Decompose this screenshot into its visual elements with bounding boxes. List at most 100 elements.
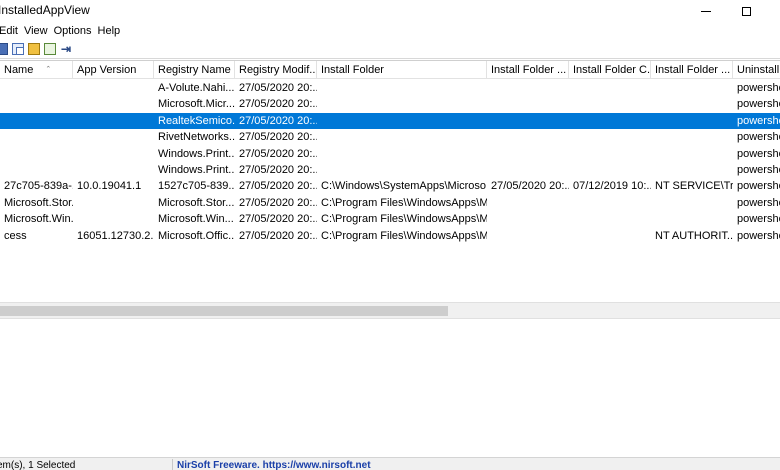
sort-arrow-icon: ⌃ (45, 66, 52, 73)
column-header[interactable]: Registry Modif... (235, 61, 317, 79)
menu-view[interactable]: View (24, 22, 54, 40)
table-cell (569, 80, 651, 96)
table-cell: powershe (737, 180, 780, 193)
table-cell (487, 195, 569, 211)
table-cell (317, 96, 487, 112)
table-cell: powershe (737, 98, 780, 111)
table-cell (651, 80, 733, 96)
nirsoft-link[interactable]: NirSoft Freeware. https://www.nirsoft.ne… (177, 460, 371, 470)
table-cell: powershe (737, 114, 780, 127)
menu-edit[interactable]: Edit (0, 22, 24, 40)
table-cell (651, 162, 733, 178)
table-cell: Microsoft.Stor... (4, 196, 73, 209)
table-row[interactable]: Microsoft.Win... Microsoft.Win... 27/05/20… (0, 211, 780, 227)
table-cell (0, 162, 73, 178)
table-cell: powershe (737, 147, 780, 160)
column-header[interactable]: Install Folder ... (487, 61, 569, 79)
column-header-label: Install Folder ... (491, 64, 567, 76)
table-cell: C:\Windows\SystemApps\Microso... (321, 180, 487, 193)
table-cell: C:\Program Files\WindowsApps\M... (321, 229, 487, 242)
window-title: InstalledAppView (0, 3, 90, 17)
scrollbar-thumb[interactable] (0, 306, 448, 316)
horizontal-scrollbar[interactable] (0, 302, 780, 319)
table-cell (487, 96, 569, 112)
table-cell (487, 80, 569, 96)
table-cell: 27/05/2020 20:... (239, 82, 317, 94)
table-cell: 27/05/2020 20:... (239, 114, 317, 127)
column-header-row: Name ⌃ App Version Registry Name Registry Mo… (0, 61, 780, 79)
table-cell: C:\Program Files\WindowsApps\M... (321, 196, 487, 209)
table-cell: cess (4, 229, 27, 242)
save-icon[interactable] (0, 43, 8, 55)
table-cell (0, 146, 73, 162)
table-cell (0, 96, 73, 112)
table-cell (651, 195, 733, 211)
table-cell (73, 129, 154, 145)
table-cell: RivetNetworks.... (158, 131, 235, 144)
table-cell: powershe (737, 213, 780, 226)
table-cell (569, 129, 651, 145)
table-cell (487, 228, 569, 244)
table-row[interactable]: RealtekSemico... 27/05/2020 20:... powersh… (0, 112, 780, 130)
column-header-label: Registry Modif... (239, 64, 317, 76)
status-bar: em(s), 1 Selected NirSoft Freeware. http… (0, 457, 780, 470)
column-header[interactable]: Uninstall C (733, 61, 780, 79)
column-header[interactable]: Install Folder C... (569, 61, 651, 79)
table-cell: NT AUTHORIT... (655, 229, 733, 242)
table-cell (569, 146, 651, 162)
table-row[interactable]: RivetNetworks.... 27/05/2020 20:... powers… (0, 129, 780, 145)
table-cell: 27/05/2020 20:... (239, 180, 317, 193)
table-cell: Microsoft.Win... (158, 213, 234, 226)
table-cell (487, 162, 569, 178)
table-cell: A-Volute.Nahi... (158, 82, 235, 94)
app-list-view[interactable]: Name ⌃ App Version Registry Name Registry Mo… (0, 60, 780, 442)
table-row[interactable]: Microsoft.Micr... 27/05/2020 20:... powers… (0, 96, 780, 112)
table-row[interactable]: Windows.Print... 27/05/2020 20:... powersh… (0, 146, 780, 162)
column-header[interactable]: Registry Name (154, 61, 235, 79)
table-cell: 27/05/2020 20:... (491, 180, 569, 193)
table-cell (651, 96, 733, 112)
table-row[interactable]: 27c705-839a-... 10.0.19041.1 1527c705-839.… (0, 178, 780, 194)
table-cell: 27/05/2020 20:... (239, 131, 317, 144)
table-cell: 27/05/2020 20:... (239, 147, 317, 160)
table-row[interactable]: cess 16051.12730.2... Microsoft.Offic... 27… (0, 228, 780, 244)
column-header-label: Install Folder ... (655, 64, 731, 76)
html-report-icon[interactable] (44, 43, 56, 55)
table-cell: 07/12/2019 10:... (573, 180, 651, 193)
table-cell: 10.0.19041.1 (77, 180, 142, 193)
table-cell: Microsoft.Micr... (158, 98, 235, 111)
toolbar: ⇥ (0, 40, 780, 59)
table-row[interactable]: Windows.Print... 27/05/2020 20:... powersh… (0, 162, 780, 178)
about-icon[interactable]: ⇥ (60, 43, 72, 55)
menu-help[interactable]: Help (98, 22, 127, 40)
table-cell (487, 113, 569, 129)
status-item-count: em(s), 1 Selected (0, 460, 76, 470)
table-cell (569, 211, 651, 227)
table-cell: Windows.Print... (158, 147, 235, 160)
table-cell (651, 146, 733, 162)
table-row[interactable]: A-Volute.Nahi... 27/05/2020 20:... powersh… (0, 80, 780, 96)
table-cell (317, 162, 487, 178)
table-cell: C:\Program Files\WindowsApps\M... (321, 213, 487, 226)
maximize-icon (741, 6, 751, 16)
table-cell (317, 146, 487, 162)
minimize-icon (701, 10, 711, 12)
table-cell (651, 129, 733, 145)
menu-options[interactable]: Options (54, 22, 98, 40)
table-cell (73, 162, 154, 178)
table-cell: Microsoft.Stor... (158, 196, 235, 209)
properties-icon[interactable] (28, 43, 40, 55)
column-header[interactable]: Install Folder ... (651, 61, 733, 79)
column-header[interactable]: Install Folder (317, 61, 487, 79)
column-header[interactable]: Name ⌃ (0, 61, 73, 79)
table-cell (73, 96, 154, 112)
table-cell (651, 211, 733, 227)
status-separator (172, 459, 173, 470)
copy-icon[interactable] (12, 43, 24, 55)
table-row[interactable]: Microsoft.Stor... Microsoft.Stor... 27/05/… (0, 195, 780, 211)
maximize-button[interactable] (723, 0, 769, 22)
table-cell: powershe (737, 163, 780, 176)
table-cell (0, 80, 73, 96)
column-header[interactable]: App Version (73, 61, 154, 79)
table-cell: powershe (737, 131, 780, 144)
